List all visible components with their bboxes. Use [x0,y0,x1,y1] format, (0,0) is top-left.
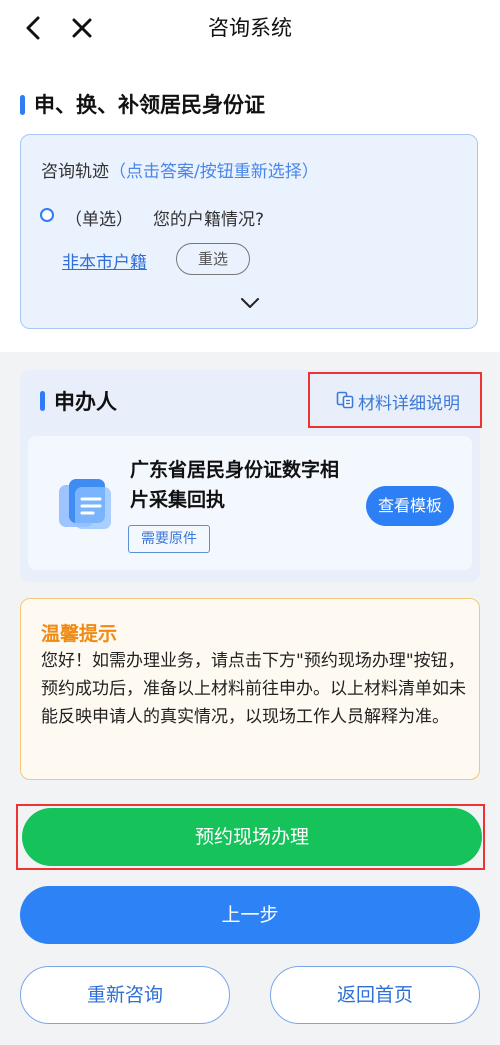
restart-consult-button[interactable]: 重新咨询 [20,966,230,1024]
tips-body: 您好！如需办理业务，请点击下方"预约现场办理"按钮，预约成功后，准备以上材料前往… [41,651,466,727]
previous-step-button[interactable]: 上一步 [20,886,480,944]
book-onsite-button[interactable]: 预约现场办理 [22,808,482,866]
answer-link[interactable]: 非本市户籍 [62,248,147,273]
question-text: 您的户籍情况? [153,210,265,230]
navbar: 咨询系统 [0,0,500,56]
tips-title: 温馨提示 [41,623,118,645]
applicant-marker [40,391,45,411]
section-marker [20,95,25,115]
consult-track-card: 咨询轨迹（点击答案/按钮重新选择） （单选） 您的户籍情况? 非本市户籍 重选 [20,134,478,329]
track-hint: （点击答案/按钮重新选择） [109,162,319,182]
document-icon [336,391,354,409]
top-panel: 咨询系统 申、换、补领居民身份证 咨询轨迹（点击答案/按钮重新选择） （单选） … [0,0,500,352]
receipt-doc-icon [59,479,111,529]
tips-box: 温馨提示 您好！如需办理业务，请点击下方"预约现场办理"按钮，预约成功后，准备以… [20,598,480,780]
question-type: （单选） [65,210,133,230]
section-title: 申、换、补领居民身份证 [34,93,265,117]
page-title: 咨询系统 [208,16,292,40]
track-title: 咨询轨迹 [41,162,109,182]
applicant-title: 申办人 [54,390,117,414]
chevron-down-icon[interactable] [240,297,260,309]
original-required-tag: 需要原件 [128,525,210,553]
materials-detail-link[interactable]: 材料详细说明 [308,372,482,428]
track-label: 咨询轨迹（点击答案/按钮重新选择） [41,157,319,182]
reselect-button[interactable]: 重选 [176,243,250,275]
view-template-button[interactable]: 查看模板 [366,486,454,526]
back-home-button[interactable]: 返回首页 [270,966,480,1024]
radio-icon [40,208,54,222]
materials-link-label: 材料详细说明 [358,394,460,414]
material-title: 广东省居民身份证数字相片采集回执 [130,459,340,511]
